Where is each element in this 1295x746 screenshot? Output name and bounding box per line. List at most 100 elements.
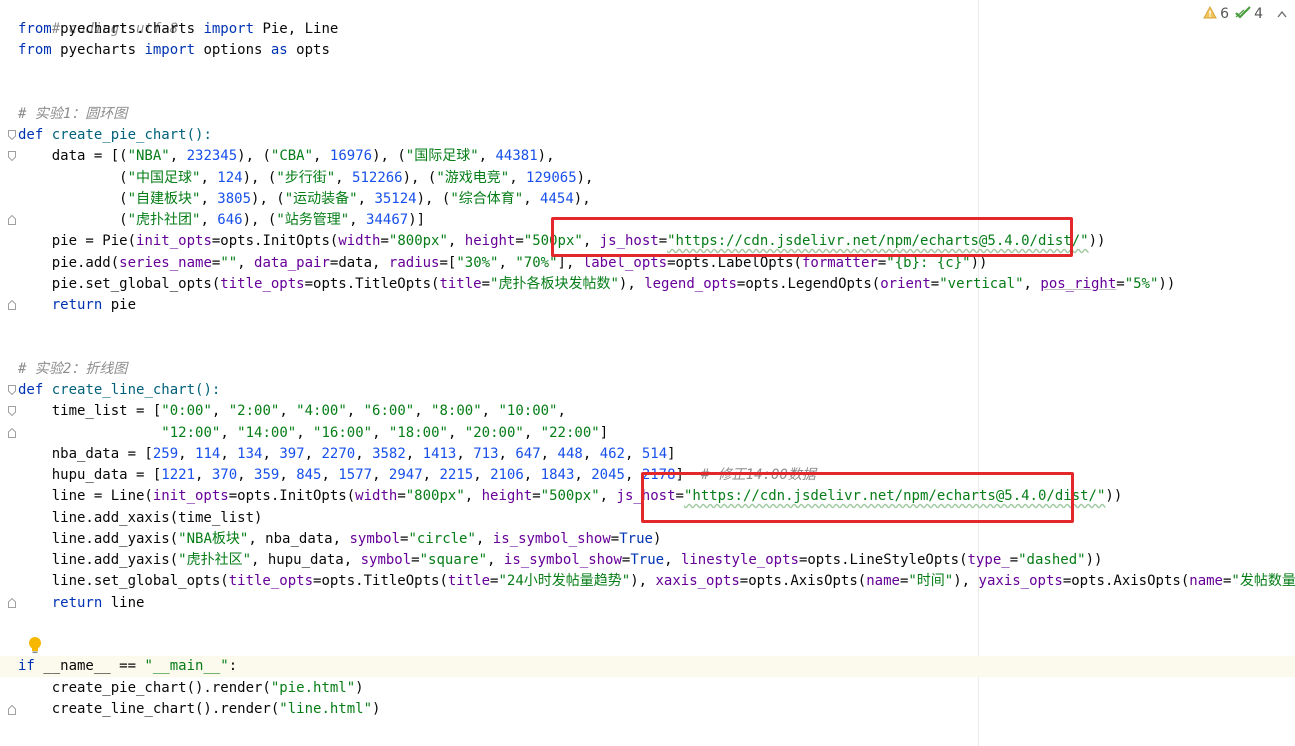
code-line[interactable]: # 实验2：折线图 [18, 359, 127, 380]
chevron-up-icon[interactable] [1277, 6, 1287, 22]
code-line[interactable]: line.add_yaxis("虎扑社区", hupu_data, symbol… [18, 550, 1103, 571]
code-line[interactable]: from pyecharts import options as opts [18, 40, 330, 61]
fold-marker-icon[interactable] [8, 705, 16, 715]
keyword-argument: width [338, 233, 381, 249]
code-line[interactable]: create_line_chart().render("line.html") [18, 699, 381, 720]
keyword: as [270, 42, 288, 58]
code-line[interactable]: # coding: utf-8 [18, 0, 178, 37]
keyword-argument: orient [880, 276, 931, 292]
code-text: line.set_global_opts( [18, 573, 229, 589]
code-text: )) [1085, 552, 1103, 568]
code-line[interactable]: return pie [18, 295, 136, 316]
code-text: , [349, 212, 367, 228]
fold-marker-icon[interactable] [8, 406, 16, 416]
number-literal: 1577 [338, 467, 373, 483]
fold-marker-icon[interactable] [8, 428, 16, 438]
string-literal: "0:00" [161, 403, 212, 419]
module-name: pyecharts [51, 42, 145, 58]
import-names: Pie, Line [254, 21, 339, 37]
editor-gutter[interactable] [0, 0, 16, 746]
code-text: =opts.InitOpts( [211, 233, 339, 249]
string-literal: "综合体育" [450, 191, 524, 207]
string-literal: "8:00" [431, 403, 482, 419]
code-line[interactable]: line.add_xaxis(time_list) [18, 508, 263, 529]
code-text: , [475, 531, 493, 547]
string-literal: "步行街" [276, 170, 336, 186]
keyword-argument: width [355, 488, 398, 504]
code-text: = [610, 531, 620, 547]
number-literal: 1843 [540, 467, 575, 483]
code-text: =opts.LineStyleOpts( [798, 552, 968, 568]
code-line[interactable]: ("虎扑社团", 646), ("站务管理", 34467)] [18, 210, 425, 231]
code-text: : [228, 658, 238, 674]
number-literal: 124 [217, 170, 243, 186]
code-text: ), [953, 573, 979, 589]
code-text: = [380, 233, 389, 249]
code-line[interactable]: create_pie_chart().render("pie.html") [18, 678, 364, 699]
fold-marker-icon[interactable] [8, 300, 16, 310]
code-text: , [313, 148, 330, 164]
keyword-argument: name [866, 573, 900, 589]
code-line[interactable]: data = [("NBA", 232345), ("CBA", 16976),… [18, 146, 555, 167]
code-text: , [200, 170, 218, 186]
code-text: , [200, 212, 218, 228]
string-literal: "dashed" [1018, 552, 1086, 568]
code-line[interactable]: def create_line_chart(): [18, 380, 220, 401]
fold-marker-icon[interactable] [8, 598, 16, 608]
code-line[interactable]: nba_data = [259, 114, 134, 397, 2270, 35… [18, 444, 676, 465]
number-literal: 232345 [186, 148, 238, 164]
number-literal: 2106 [490, 467, 524, 483]
string-literal: "square" [419, 552, 488, 568]
number-literal: 647 [515, 446, 541, 462]
fold-marker-icon[interactable] [8, 215, 16, 225]
fold-marker-icon[interactable] [8, 130, 16, 140]
warnings-indicator[interactable]: 6 [1203, 5, 1229, 23]
code-text: =opts.TitleOpts( [304, 276, 440, 292]
code-text: data = [( [18, 148, 128, 164]
number-literal: 2045 [591, 467, 625, 483]
code-text: , [169, 148, 187, 164]
keyword-argument: title_opts [220, 276, 305, 292]
code-text: ) [355, 680, 364, 696]
fold-marker-icon[interactable] [8, 385, 16, 395]
code-line[interactable]: line.add_yaxis("NBA板块", nba_data, symbol… [18, 529, 662, 550]
inspections-widget[interactable]: 6 4 [1203, 4, 1287, 24]
weak-warnings-indicator[interactable]: 4 [1235, 5, 1263, 23]
keyword-argument: height [464, 233, 516, 249]
code-line[interactable]: # 实验1：圆环图 [18, 104, 127, 125]
current-code-line[interactable]: if __name__ == "__main__": [0, 656, 1295, 677]
lightbulb-icon[interactable] [27, 636, 43, 654]
keyword-argument: data_pair [254, 255, 330, 271]
code-text: ), ( [242, 212, 277, 228]
code-text: ] [667, 446, 676, 462]
string-literal: "时间" [908, 573, 954, 589]
code-text: ( [18, 170, 128, 186]
keyword-argument: yaxis_opts [978, 573, 1063, 589]
code-text: =opts.LegendOpts( [736, 276, 881, 292]
string-literal: "12:00" [161, 425, 221, 441]
number-literal: 3582 [372, 446, 406, 462]
string-literal: "800px" [405, 488, 465, 504]
code-text: line.add_yaxis( [18, 531, 179, 547]
code-text: )) [970, 255, 988, 271]
code-line[interactable]: pie.set_global_opts(title_opts=opts.Titl… [18, 274, 1176, 295]
code-text: pie = Pie( [18, 233, 137, 249]
string-literal: "line.html" [279, 701, 373, 717]
code-line[interactable]: ("自建板块", 3805), ("运动装备", 35124), ("综合体育"… [18, 189, 590, 210]
code-editor[interactable]: 6 4 # coding: utf-8 from pyecharts.chart… [0, 0, 1295, 746]
keyword-argument: title [439, 276, 482, 292]
keyword: return [18, 297, 103, 313]
code-line[interactable]: time_list = ["0:00", "2:00", "4:00", "6:… [18, 401, 566, 422]
code-line[interactable]: line.set_global_opts(title_opts=opts.Tit… [18, 571, 1295, 592]
fold-marker-icon[interactable] [8, 151, 16, 161]
code-line[interactable]: ("中国足球", 124), ("步行街", 512266), ("游戏电竞",… [18, 168, 593, 189]
keyword-argument: name [1189, 573, 1223, 589]
code-line[interactable]: return line [18, 593, 145, 614]
code-text: =[ [439, 255, 457, 271]
code-line[interactable]: from pyecharts.charts import Pie, Line [18, 19, 338, 40]
code-line[interactable]: "12:00", "14:00", "16:00", "18:00", "20:… [18, 423, 608, 444]
keyword-argument: label_opts [582, 255, 668, 271]
code-line[interactable]: def create_pie_chart(): [18, 125, 212, 146]
code-text: =opts.AxisOpts( [1062, 573, 1190, 589]
